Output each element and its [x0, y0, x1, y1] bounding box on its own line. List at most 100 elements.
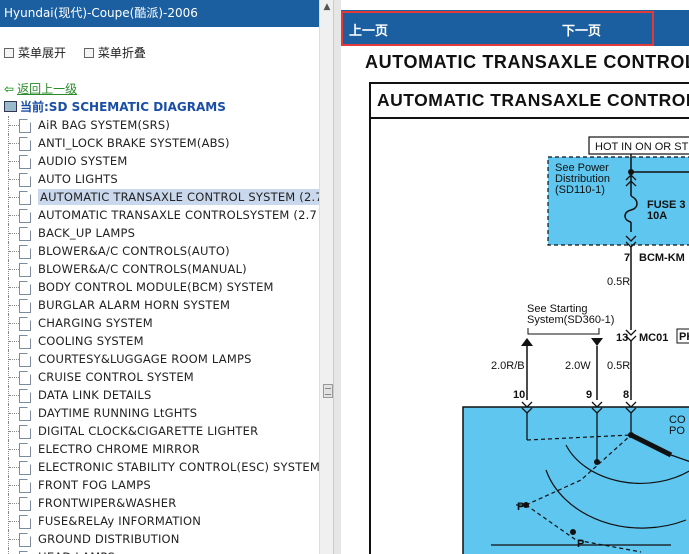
tree-connector [8, 512, 19, 530]
document-icon [19, 425, 31, 439]
wire-0-5r-lower: 0.5R [607, 360, 630, 372]
left-panel: Hyundai(现代)-Coupe(酷派)-2006 菜单展开 菜单折叠 ⇦ 返回… [0, 0, 319, 554]
document-icon [19, 137, 31, 151]
diagram-list-item[interactable]: ELECTRO CHROME MIRROR [0, 440, 319, 458]
diagram-list-item-label[interactable]: AUTOMATIC TRANSAXLE CONTROL SYSTEM (2.7 [38, 189, 319, 205]
collapse-icon[interactable] [83, 48, 94, 58]
diagram-list-item-label[interactable]: ELECTRONIC STABILITY CONTROL(ESC) SYSTEM [38, 460, 319, 474]
diagram-list-item[interactable]: CRUISE CONTROL SYSTEM [0, 368, 319, 386]
diagram-list-item[interactable]: FRONT FOG LAMPS [0, 476, 319, 494]
diagram-list-item[interactable]: AiR BAG SYSTEM(SRS) [0, 116, 319, 134]
document-icon [19, 371, 31, 385]
diagram-list-item-label[interactable]: ELECTRO CHROME MIRROR [38, 442, 200, 456]
back-arrow-icon[interactable]: ⇦ [4, 82, 14, 96]
diagram-list-item-label[interactable]: AUTO LIGHTS [38, 172, 118, 186]
diagram-list-item[interactable]: COOLING SYSTEM [0, 332, 319, 350]
diagram-list-item-label[interactable]: FRONT FOG LAMPS [38, 478, 151, 492]
menu-controls: 菜单展开 菜单折叠 [4, 44, 160, 61]
current-location-label: 当前:SD SCHEMATIC DIAGRAMS [20, 100, 226, 114]
hot-label: HOT IN ON OR ST [595, 141, 689, 153]
diagram-list-item[interactable]: ELECTRONIC STABILITY CONTROL(ESC) SYSTEM [0, 458, 319, 476]
pin-7: 7 [624, 252, 630, 264]
diagram-list-item-label[interactable]: ANTI_LOCK BRAKE SYSTEM(ABS) [38, 136, 230, 150]
tree-connector [8, 224, 19, 242]
current-location: 当前:SD SCHEMATIC DIAGRAMS [4, 98, 226, 115]
diagram-list-item[interactable]: DAYTIME RUNNING LtGHTS [0, 404, 319, 422]
pin-10: 10 [513, 389, 525, 401]
menu-expand-button[interactable]: 菜单展开 [18, 46, 66, 60]
document-icon [19, 281, 31, 295]
diagram-list-item[interactable]: BURGLAR ALARM HORN SYSTEM [0, 296, 319, 314]
diagram-list-item-label[interactable]: AUDIO SYSTEM [38, 154, 127, 168]
diagram-list-item-label[interactable]: BODY CONTROL MODULE(BCM) SYSTEM [38, 280, 274, 294]
document-icon [19, 335, 31, 349]
diagram-list-item[interactable]: DIGITAL CLOCK&CIGARETTE LIGHTER [0, 422, 319, 440]
diagram-list-item-label[interactable]: COURTESY&LUGGAGE ROOM LAMPS [38, 352, 252, 366]
diagram-list-item[interactable]: ANTI_LOCK BRAKE SYSTEM(ABS) [0, 134, 319, 152]
diagram-list-item-label[interactable]: DAYTIME RUNNING LtGHTS [38, 406, 197, 420]
scroll-thumb[interactable] [323, 384, 333, 398]
diagram-list-item[interactable]: AUDIO SYSTEM [0, 152, 319, 170]
vehicle-title: Hyundai(现代)-Coupe(酷派)-2006 [0, 0, 319, 27]
diagram-list-item-label[interactable]: FUSE&RELAy INFORMATION [38, 514, 201, 528]
diagram-list-item[interactable]: COURTESY&LUGGAGE ROOM LAMPS [0, 350, 319, 368]
tree-connector [8, 530, 19, 548]
see-starting-line-2: System(SD360-1) [527, 314, 614, 326]
document-icon [19, 155, 31, 169]
diagram-list-item-label[interactable]: AUTOMATIC TRANSAXLE CONTROLSYSTEM (2.7 [38, 208, 317, 222]
tree-connector [8, 206, 19, 224]
pin-9: 9 [586, 389, 592, 401]
nav-highlight-box [341, 11, 654, 46]
diagram-list-item-label[interactable]: DIGITAL CLOCK&CIGARETTE LIGHTER [38, 424, 258, 438]
diagram-list-item-label[interactable]: BURGLAR ALARM HORN SYSTEM [38, 298, 230, 312]
scroll-up-icon[interactable]: ▲ [322, 2, 332, 12]
tree-connector [8, 494, 19, 512]
menu-collapse-button[interactable]: 菜单折叠 [98, 46, 146, 60]
diagram-list-item-label[interactable]: DATA LINK DETAILS [38, 388, 152, 402]
document-icon [19, 461, 31, 475]
diagram-list-item[interactable]: FUSE&RELAy INFORMATION [0, 512, 319, 530]
document-viewer: 上一页 下一页 AUTOMATIC TRANSAXLE CONTROL SYST… [341, 0, 689, 554]
tree-connector [8, 350, 19, 368]
diagram-list-item[interactable]: AUTOMATIC TRANSAXLE CONTROL SYSTEM (2.7 [0, 188, 319, 206]
back-link[interactable]: ⇦ 返回上一级 [4, 80, 77, 97]
see-power-line-3: (SD110-1) [555, 184, 605, 196]
tree-connector [8, 278, 19, 296]
diagram-list-item[interactable]: FRONTWIPER&WASHER [0, 494, 319, 512]
diagram-list-item[interactable]: AUTO LIGHTS [0, 170, 319, 188]
mc01-connector-label: MC01 [639, 332, 668, 344]
wire-0-5r-upper: 0.5R [607, 276, 630, 288]
tree-connector [8, 296, 19, 314]
expand-icon[interactable] [4, 48, 14, 58]
diagram-list-item-label[interactable]: BACK_UP LAMPS [38, 226, 135, 240]
diagram-list-item-label[interactable]: GROUND DISTRIBUTION [38, 532, 180, 546]
diagram-list-item[interactable]: GROUND DISTRIBUTION [0, 530, 319, 548]
diagram-list-item-label[interactable]: FRONTWIPER&WASHER [38, 496, 176, 510]
ph-label: PH [679, 331, 689, 343]
diagram-list-item-label[interactable]: BLOWER&A/C CONTROLS(MANUAL) [38, 262, 247, 276]
diagram-list-item-label[interactable]: HEAD LAMPS [38, 550, 115, 554]
diagram-list-item-label[interactable]: COOLING SYSTEM [38, 334, 144, 348]
fuse-rating: 10A [647, 210, 667, 222]
diagram-list-item-label[interactable]: CRUISE CONTROL SYSTEM [38, 370, 194, 384]
tree-connector [8, 332, 19, 350]
bcm-connector-label: BCM-KM [639, 252, 685, 264]
back-link-label[interactable]: 返回上一级 [17, 82, 77, 96]
diagram-list-item[interactable]: BLOWER&A/C CONTROLS(MANUAL) [0, 260, 319, 278]
diagram-list-item[interactable]: BACK_UP LAMPS [0, 224, 319, 242]
tree-connector [8, 476, 19, 494]
document-icon [19, 515, 31, 529]
diagram-list-item-label[interactable]: AiR BAG SYSTEM(SRS) [38, 118, 170, 132]
document-icon [19, 533, 31, 547]
diagram-list-item[interactable]: CHARGING SYSTEM [0, 314, 319, 332]
diagram-list-item[interactable]: BLOWER&A/C CONTROLS(AUTO) [0, 242, 319, 260]
left-scrollbar[interactable]: ▲ [319, 0, 334, 554]
diagram-list-item-label[interactable]: BLOWER&A/C CONTROLS(AUTO) [38, 244, 230, 258]
diagram-list-item[interactable]: HEAD LAMPS [0, 548, 319, 554]
diagram-list-item[interactable]: DATA LINK DETAILS [0, 386, 319, 404]
diagram-list-item[interactable]: AUTOMATIC TRANSAXLE CONTROLSYSTEM (2.7 [0, 206, 319, 224]
tree-connector [8, 152, 19, 170]
diagram-list-item[interactable]: BODY CONTROL MODULE(BCM) SYSTEM [0, 278, 319, 296]
document-icon [19, 263, 31, 277]
diagram-list-item-label[interactable]: CHARGING SYSTEM [38, 316, 153, 330]
